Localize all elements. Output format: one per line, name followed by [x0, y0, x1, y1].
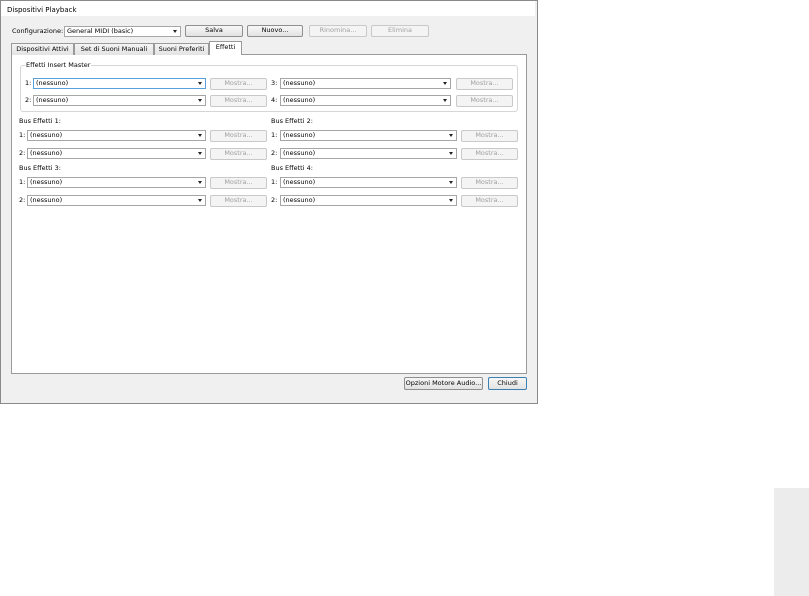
- slot-number: 1:: [271, 131, 278, 139]
- window-title: Dispositivi Playback: [7, 6, 77, 14]
- chevron-down-icon: [443, 99, 447, 102]
- tab-dispositivi-attivi[interactable]: Dispositivi Attivi: [11, 43, 74, 55]
- select-value: (nessuno): [30, 149, 63, 157]
- page-side-tab: [774, 488, 809, 596]
- delete-button[interactable]: Elimina: [371, 25, 429, 37]
- select-value: (nessuno): [283, 79, 316, 87]
- chevron-down-icon: [198, 152, 202, 155]
- tab-suoni-preferiti[interactable]: Suoni Preferiti: [154, 43, 209, 55]
- select-value: (nessuno): [283, 96, 316, 104]
- config-label: Configurazione:: [12, 27, 64, 35]
- bus-3-slot-1-select[interactable]: (nessuno): [27, 177, 206, 188]
- master-slot-4-select[interactable]: (nessuno): [280, 95, 451, 106]
- master-slot-1-select[interactable]: (nessuno): [33, 78, 206, 89]
- bus-3-title: Bus Effetti 3:: [19, 164, 61, 172]
- slot-number: 1:: [19, 131, 26, 139]
- bus-2-slot-2-show-button[interactable]: Mostra...: [461, 148, 518, 160]
- bus-2-slot-1-select[interactable]: (nessuno): [280, 130, 457, 141]
- slot-number: 2:: [271, 196, 278, 204]
- new-button[interactable]: Nuovo...: [247, 25, 303, 37]
- bus-3-slot-2-show-button[interactable]: Mostra...: [210, 195, 267, 207]
- select-value: (nessuno): [36, 79, 69, 87]
- master-slot-1-show-button[interactable]: Mostra...: [210, 78, 267, 90]
- select-value: (nessuno): [30, 178, 63, 186]
- master-slot-2-show-button[interactable]: Mostra...: [210, 95, 267, 107]
- slot-number: 2:: [25, 96, 32, 104]
- bus-4-slot-2-show-button[interactable]: Mostra...: [461, 195, 518, 207]
- tab-set-suoni-manuali[interactable]: Set di Suoni Manuali: [74, 43, 154, 55]
- select-value: (nessuno): [283, 196, 316, 204]
- slot-number: 3:: [271, 79, 278, 87]
- tab-effetti[interactable]: Effetti: [209, 41, 242, 55]
- select-value: (nessuno): [30, 131, 63, 139]
- bus-1-slot-1-show-button[interactable]: Mostra...: [210, 130, 267, 142]
- config-select[interactable]: General MIDI (basic): [64, 26, 181, 37]
- master-slot-4-show-button[interactable]: Mostra...: [456, 95, 513, 107]
- slot-number: 2:: [19, 196, 26, 204]
- slot-number: 1:: [25, 79, 32, 87]
- bus-1-title: Bus Effetti 1:: [19, 117, 61, 125]
- bus-2-slot-1-show-button[interactable]: Mostra...: [461, 130, 518, 142]
- master-slot-2-select[interactable]: (nessuno): [33, 95, 206, 106]
- chevron-down-icon: [198, 82, 202, 85]
- bus-4-slot-1-show-button[interactable]: Mostra...: [461, 177, 518, 189]
- bus-1-slot-2-select[interactable]: (nessuno): [27, 148, 206, 159]
- bus-4-title: Bus Effetti 4:: [271, 164, 313, 172]
- audio-engine-options-button[interactable]: Opzioni Motore Audio...: [404, 377, 483, 390]
- bus-4-slot-2-select[interactable]: (nessuno): [280, 195, 457, 206]
- bus-4-slot-1-select[interactable]: (nessuno): [280, 177, 457, 188]
- chevron-down-icon: [198, 99, 202, 102]
- chevron-down-icon: [443, 82, 447, 85]
- slot-number: 2:: [19, 149, 26, 157]
- config-select-value: General MIDI (basic): [67, 27, 134, 35]
- slot-number: 4:: [271, 96, 278, 104]
- title-bar: Dispositivi Playback: [1, 1, 535, 16]
- close-button[interactable]: Chiudi: [488, 377, 527, 390]
- select-value: (nessuno): [36, 96, 69, 104]
- chevron-down-icon: [198, 199, 202, 202]
- chevron-down-icon: [449, 152, 453, 155]
- chevron-down-icon: [198, 134, 202, 137]
- chevron-down-icon: [449, 199, 453, 202]
- select-value: (nessuno): [283, 131, 316, 139]
- chevron-down-icon: [198, 181, 202, 184]
- slot-number: 2:: [271, 149, 278, 157]
- select-value: (nessuno): [283, 149, 316, 157]
- chevron-down-icon: [173, 30, 177, 33]
- chevron-down-icon: [449, 134, 453, 137]
- rename-button[interactable]: Rinomina...: [309, 25, 367, 37]
- select-value: (nessuno): [283, 178, 316, 186]
- bus-1-slot-1-select[interactable]: (nessuno): [27, 130, 206, 141]
- slot-number: 1:: [19, 178, 26, 186]
- master-slot-3-select[interactable]: (nessuno): [280, 78, 451, 89]
- bus-1-slot-2-show-button[interactable]: Mostra...: [210, 148, 267, 160]
- bus-3-slot-1-show-button[interactable]: Mostra...: [210, 177, 267, 189]
- bus-2-slot-2-select[interactable]: (nessuno): [280, 148, 457, 159]
- bus-3-slot-2-select[interactable]: (nessuno): [27, 195, 206, 206]
- save-button[interactable]: Salva: [185, 25, 243, 37]
- master-insert-title: Effetti Insert Master: [25, 61, 92, 70]
- chevron-down-icon: [449, 181, 453, 184]
- master-slot-3-show-button[interactable]: Mostra...: [456, 78, 513, 90]
- select-value: (nessuno): [30, 196, 63, 204]
- bus-2-title: Bus Effetti 2:: [271, 117, 313, 125]
- slot-number: 1:: [271, 178, 278, 186]
